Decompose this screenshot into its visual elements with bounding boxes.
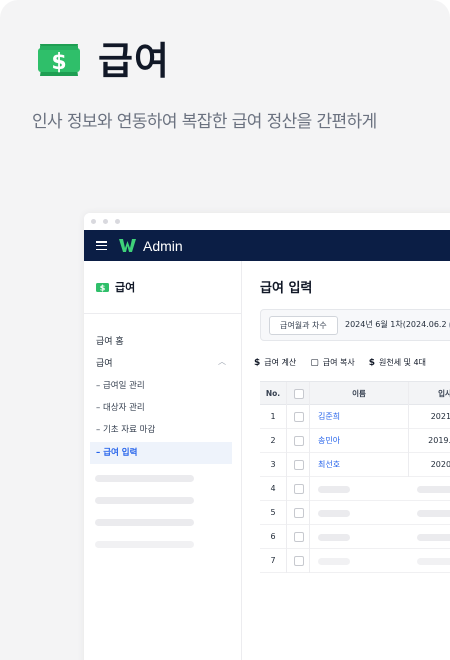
window-dot xyxy=(115,219,120,224)
hire-date: 2020.06. xyxy=(408,453,450,477)
row-checkbox[interactable] xyxy=(294,412,304,422)
button-label: 급여 계산 xyxy=(264,358,297,367)
table-row[interactable]: 2 송민아 2019.12.0 xyxy=(260,429,450,453)
row-number: 6 xyxy=(270,532,276,541)
row-checkbox[interactable] xyxy=(294,436,304,446)
employee-name-link[interactable]: 김준희 xyxy=(310,405,408,429)
row-number: 4 xyxy=(270,484,276,493)
sidebar-item-payroll-home[interactable]: 급여 홈 xyxy=(96,334,124,347)
filter-bar: 급여월과 차수 2024년 6월 1차(2024.06.2 × xyxy=(260,309,450,341)
placeholder-bar xyxy=(417,510,450,517)
sidebar-item-targets[interactable]: – 대상자 관리 xyxy=(90,397,232,419)
row-checkbox[interactable] xyxy=(294,460,304,470)
row-select xyxy=(286,477,310,501)
placeholder-bar xyxy=(95,497,194,504)
placeholder-bar xyxy=(318,510,350,517)
main-content: 급여 입력 급여월과 차수 2024년 6월 1차(2024.06.2 × $ … xyxy=(242,261,450,660)
row-number: 2 xyxy=(270,436,276,445)
dollar-icon: $ xyxy=(254,357,261,368)
hamburger-menu-icon[interactable] xyxy=(96,241,107,250)
table-row[interactable]: 5 xyxy=(260,501,450,525)
placeholder-bar xyxy=(318,534,350,541)
employee-name-link[interactable]: 최선호 xyxy=(310,453,408,477)
placeholder-bar xyxy=(318,486,350,493)
window-dot xyxy=(103,219,108,224)
payroll-month-select[interactable]: 2024년 6월 1차(2024.06.2 xyxy=(345,316,447,334)
divider xyxy=(84,313,242,314)
action-toolbar: $ 급여 계산 ▢ 급여 복사 $ 원천세 및 4대 xyxy=(254,357,440,368)
row-select xyxy=(286,525,310,549)
table-header: No. 이름 입사일 xyxy=(260,381,450,406)
sidebar-group-payroll[interactable]: 급여 ︿ xyxy=(96,356,230,369)
window-dot xyxy=(91,219,96,224)
placeholder-bar xyxy=(95,519,194,526)
column-header-select xyxy=(286,382,310,406)
page-title: 급여 입력 xyxy=(260,281,313,296)
payroll-table: No. 이름 입사일 1 김준희 2021.04. 2 송민아 xyxy=(260,381,450,573)
column-header-name[interactable]: 이름 xyxy=(310,382,408,406)
feature-card: $ 급여 인사 정보와 연동하여 복잡한 급여 정산을 간편하게 Admin $… xyxy=(0,0,450,660)
placeholder-bar xyxy=(417,534,450,541)
table-row[interactable]: 4 xyxy=(260,477,450,501)
row-select xyxy=(286,549,310,573)
top-nav-bar: Admin xyxy=(84,230,450,261)
row-number: 5 xyxy=(270,508,276,517)
sidebar-item-payday[interactable]: – 급여일 관리 xyxy=(90,375,232,397)
sidebar-item-base-close[interactable]: – 기초 자료 마감 xyxy=(90,419,232,441)
employee-name-link[interactable]: 송민아 xyxy=(310,429,408,453)
sidebar-header: $ 급여 xyxy=(96,279,135,295)
sidebar: $ 급여 급여 홈 급여 ︿ – 급여일 관리 – 대상자 관리 – 기초 자료… xyxy=(84,261,242,660)
row-number: 7 xyxy=(270,556,276,565)
table-row[interactable]: 6 xyxy=(260,525,450,549)
table-row[interactable]: 1 김준희 2021.04. xyxy=(260,405,450,429)
hire-date: 2019.12.0 xyxy=(408,429,450,453)
table-row[interactable]: 7 xyxy=(260,549,450,573)
row-number: 1 xyxy=(270,412,276,421)
row-checkbox[interactable] xyxy=(294,508,304,518)
money-bill-icon: $ xyxy=(96,282,109,292)
hire-date: 2021.04. xyxy=(408,405,450,429)
svg-text:$: $ xyxy=(51,50,66,75)
payroll-month-label: 급여월과 차수 xyxy=(269,316,338,335)
row-checkbox[interactable] xyxy=(294,484,304,494)
calculate-payroll-button[interactable]: $ 급여 계산 xyxy=(254,357,296,368)
brand-logo-icon[interactable] xyxy=(119,239,136,252)
table-row[interactable]: 3 최선호 2020.06. xyxy=(260,453,450,477)
row-checkbox[interactable] xyxy=(294,556,304,566)
button-label: 급여 복사 xyxy=(322,358,355,367)
sidebar-title: 급여 xyxy=(115,281,136,294)
row-select xyxy=(286,453,310,477)
row-checkbox[interactable] xyxy=(294,532,304,542)
chevron-up-icon[interactable]: ︿ xyxy=(218,356,226,367)
placeholder-bar xyxy=(95,475,194,482)
sidebar-group-label: 급여 xyxy=(96,359,113,369)
svg-text:$: $ xyxy=(100,283,106,292)
button-label: 원천세 및 4대 xyxy=(379,358,426,367)
hero-subtitle: 인사 정보와 연동하여 복잡한 급여 정산을 간편하게 xyxy=(32,112,377,132)
withholding-tax-button[interactable]: $ 원천세 및 4대 xyxy=(369,357,426,368)
column-header-no: No. xyxy=(265,389,281,398)
select-all-checkbox[interactable] xyxy=(294,389,304,399)
money-bill-icon: $ xyxy=(38,44,80,76)
dollar-icon: $ xyxy=(368,357,376,368)
column-header-hire-date[interactable]: 입사일 xyxy=(408,382,450,406)
placeholder-bar xyxy=(95,541,194,548)
window-chrome xyxy=(84,213,450,230)
copy-icon: ▢ xyxy=(310,357,319,368)
brand-name[interactable]: Admin xyxy=(143,238,183,254)
app-window: Admin $ 급여 급여 홈 급여 ︿ – 급여일 관리 – 대상자 관리 –… xyxy=(84,213,450,660)
sidebar-item-payroll-input[interactable]: – 급여 입력 xyxy=(90,442,232,464)
row-select xyxy=(286,501,310,525)
row-number: 3 xyxy=(270,460,276,469)
placeholder-bar xyxy=(417,486,450,493)
placeholder-bar xyxy=(417,558,450,565)
row-select xyxy=(286,405,310,429)
placeholder-bar xyxy=(318,558,350,565)
copy-payroll-button[interactable]: ▢ 급여 복사 xyxy=(310,357,355,368)
row-select xyxy=(286,429,310,453)
hero-title: 급여 xyxy=(98,39,170,83)
